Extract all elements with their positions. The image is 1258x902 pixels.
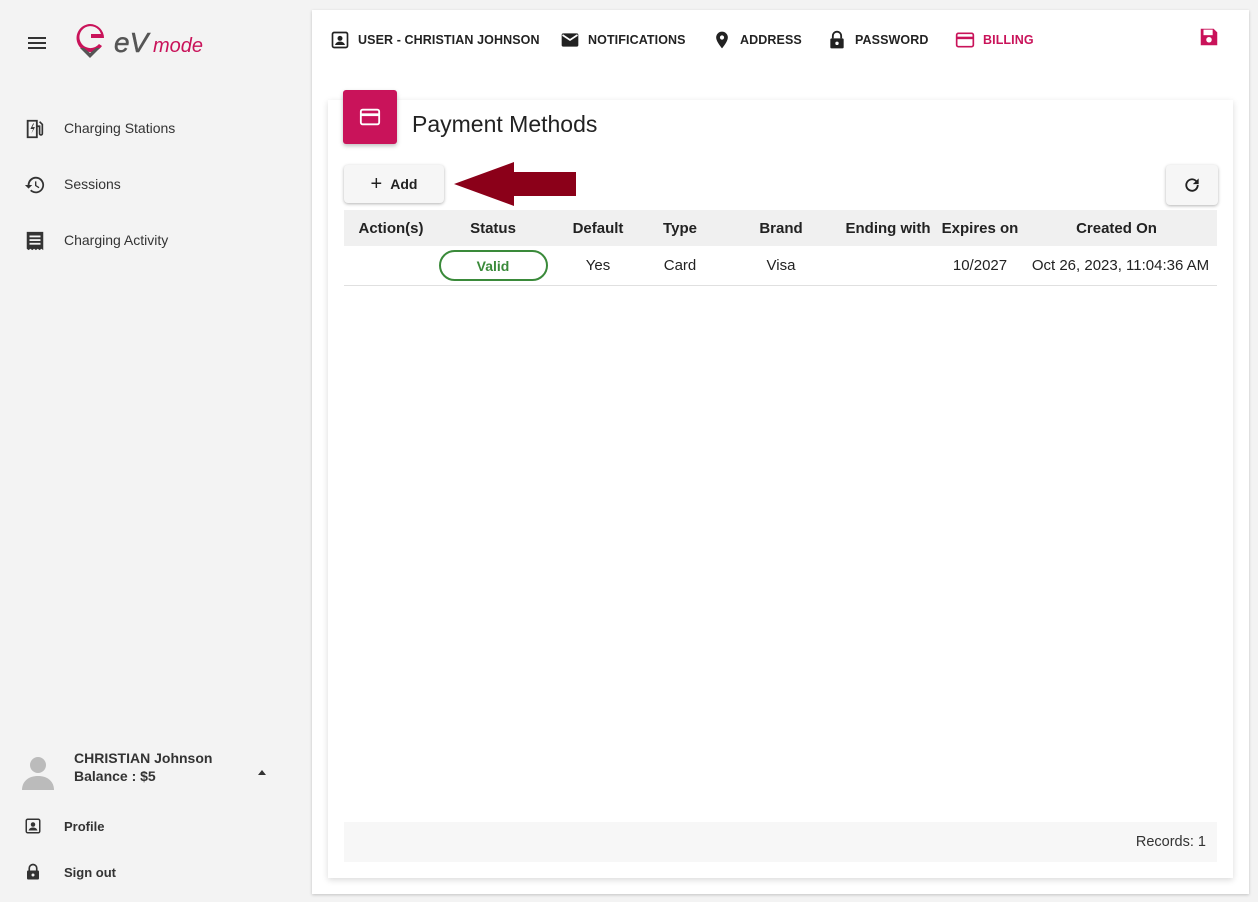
location-pin-icon xyxy=(716,31,728,49)
column-header[interactable]: Ending with xyxy=(840,210,936,246)
tab-notifications[interactable]: NOTIFICATIONS xyxy=(560,28,686,52)
tab-label: ADDRESS xyxy=(740,33,802,47)
user-name: CHRISTIAN Johnson xyxy=(74,750,213,766)
sidebar: eV mode Charging Stations Sessions Charg… xyxy=(0,0,300,902)
user-balance: Balance : $5 xyxy=(74,768,156,784)
sidebar-item-charging-stations[interactable]: Charging Stations xyxy=(0,108,300,148)
add-label: Add xyxy=(390,176,418,192)
records-count: Records: 1 xyxy=(1135,834,1206,850)
credit-card-icon xyxy=(343,90,397,144)
tab-password[interactable]: PASSWORD xyxy=(827,28,929,52)
mail-icon xyxy=(561,33,579,47)
user-menu[interactable]: CHRISTIAN Johnson Balance : $5 xyxy=(0,740,300,800)
tab-label: PASSWORD xyxy=(855,33,929,47)
refresh-button[interactable] xyxy=(1166,165,1218,205)
profile-label: Profile xyxy=(64,819,105,834)
payment-methods-table: Action(s) Status Default Type Brand Endi… xyxy=(344,210,1217,286)
brand-cell: Visa xyxy=(766,257,796,274)
main-content: USER - CHRISTIAN JOHNSON NOTIFICATIONS A… xyxy=(312,10,1249,894)
svg-text:eV: eV xyxy=(114,27,151,58)
refresh-icon xyxy=(1185,178,1199,192)
column-header[interactable]: Brand xyxy=(712,210,850,246)
sidebar-item-sessions[interactable]: Sessions xyxy=(0,164,300,204)
profile-link[interactable]: Profile xyxy=(0,808,300,844)
expires-on-cell: 10/2027 xyxy=(952,257,1008,274)
sidebar-item-label: Charging Stations xyxy=(64,120,176,136)
plus-icon: + xyxy=(370,173,383,195)
add-payment-method-button[interactable]: + Add xyxy=(344,165,444,203)
column-header[interactable]: Created On xyxy=(1024,210,1209,246)
sidebar-item-label: Charging Activity xyxy=(64,232,169,248)
actions-cell xyxy=(344,246,438,285)
account-box-icon xyxy=(331,31,349,49)
column-header[interactable]: Status xyxy=(438,210,548,246)
created-on-cell: Oct 26, 2023, 11:04:36 AM xyxy=(1031,257,1210,274)
table-row[interactable]: Valid Yes Card Visa 10/2027 Oct 26, 2023… xyxy=(344,246,1217,286)
save-icon[interactable] xyxy=(1198,26,1220,48)
payment-methods-panel: Payment Methods + Add Action(s) Status D… xyxy=(328,90,1233,878)
column-header[interactable]: Expires on xyxy=(936,210,1024,246)
page-title: Payment Methods xyxy=(412,111,598,137)
evmode-logo[interactable]: eV mode xyxy=(74,20,234,66)
account-box-icon xyxy=(25,818,41,834)
status-badge: Valid xyxy=(438,250,548,281)
sign-out-link[interactable]: Sign out xyxy=(0,854,300,890)
sign-out-label: Sign out xyxy=(64,865,116,880)
column-header[interactable]: Action(s) xyxy=(344,210,438,246)
lock-icon xyxy=(27,863,39,880)
history-icon xyxy=(24,176,45,194)
receipt-icon xyxy=(26,231,44,251)
tab-user[interactable]: USER - CHRISTIAN JOHNSON xyxy=(330,28,540,52)
credit-card-icon xyxy=(955,32,975,48)
column-header[interactable]: Type xyxy=(648,210,712,246)
tab-label: NOTIFICATIONS xyxy=(588,33,686,47)
tab-label: USER - CHRISTIAN JOHNSON xyxy=(358,33,540,47)
sidebar-item-label: Sessions xyxy=(64,176,121,192)
table-header: Action(s) Status Default Type Brand Endi… xyxy=(344,210,1217,246)
ending-with-cell xyxy=(840,246,936,285)
status-cell: Valid xyxy=(438,246,548,285)
avatar-icon xyxy=(22,757,54,790)
tab-label: BILLING xyxy=(983,33,1034,47)
caret-up-icon[interactable] xyxy=(258,770,266,775)
settings-tabs: USER - CHRISTIAN JOHNSON NOTIFICATIONS A… xyxy=(312,10,1249,70)
default-cell: Yes xyxy=(585,257,611,274)
tab-billing[interactable]: BILLING xyxy=(955,28,1034,52)
menu-icon[interactable] xyxy=(28,34,50,54)
lock-icon xyxy=(830,30,844,49)
arrow-annotation-icon xyxy=(454,162,576,206)
type-cell: Card xyxy=(663,257,697,274)
column-header[interactable]: Default xyxy=(548,210,648,246)
svg-text:mode: mode xyxy=(153,35,203,57)
tab-address[interactable]: ADDRESS xyxy=(712,28,802,52)
ev-station-icon xyxy=(26,119,44,139)
sidebar-item-charging-activity[interactable]: Charging Activity xyxy=(0,220,300,260)
table-footer: Records: 1 xyxy=(344,822,1217,862)
